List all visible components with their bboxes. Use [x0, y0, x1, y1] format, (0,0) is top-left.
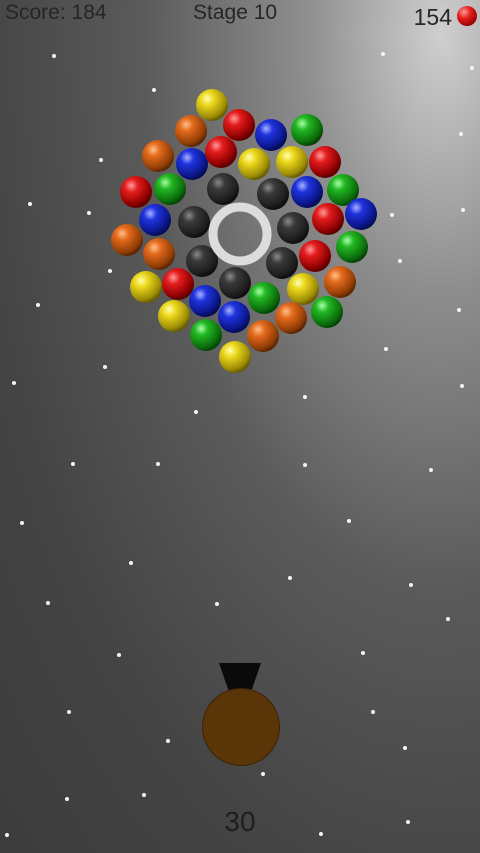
yellow-bubble[interactable]: [238, 148, 270, 180]
bubble-cluster[interactable]: [111, 89, 377, 373]
snow-particle: [384, 347, 388, 351]
orange-bubble[interactable]: [247, 320, 279, 352]
snow-particle: [461, 208, 465, 212]
orange-bubble[interactable]: [143, 238, 175, 270]
snow-particle: [52, 54, 56, 58]
snow-particle: [36, 303, 40, 307]
red-bubble[interactable]: [120, 176, 152, 208]
dark-bubble[interactable]: [207, 173, 239, 205]
snow-particle: [371, 710, 375, 714]
snow-particle: [87, 211, 91, 215]
dark-bubble[interactable]: [266, 247, 298, 279]
snow-particle: [108, 269, 112, 273]
snow-particle: [429, 468, 433, 472]
blue-bubble[interactable]: [291, 176, 323, 208]
snow-particle: [288, 576, 292, 580]
orange-bubble[interactable]: [142, 140, 174, 172]
snow-particle: [347, 519, 351, 523]
dark-bubble[interactable]: [178, 206, 210, 238]
snow-particle: [156, 462, 160, 466]
snow-particle: [409, 583, 413, 587]
green-bubble[interactable]: [190, 319, 222, 351]
snow-particle: [398, 259, 402, 263]
snow-particle: [470, 66, 474, 70]
yellow-bubble[interactable]: [219, 341, 251, 373]
snow-particle: [46, 601, 50, 605]
blue-bubble[interactable]: [345, 198, 377, 230]
snow-particle: [215, 602, 219, 606]
red-bubble[interactable]: [299, 240, 331, 272]
snow-particle: [71, 462, 75, 466]
hub-ring: [208, 202, 272, 266]
yellow-bubble[interactable]: [276, 146, 308, 178]
snow-particle: [117, 653, 121, 657]
blue-bubble[interactable]: [218, 301, 250, 333]
yellow-bubble[interactable]: [196, 89, 228, 121]
red-bubble[interactable]: [162, 268, 194, 300]
green-bubble[interactable]: [248, 282, 280, 314]
loaded-ball: [202, 688, 280, 766]
snow-particle: [65, 797, 69, 801]
yellow-bubble[interactable]: [158, 300, 190, 332]
shots-remaining: 30: [224, 806, 256, 837]
red-bubble[interactable]: [312, 203, 344, 235]
snow-particle: [12, 381, 16, 385]
blue-bubble[interactable]: [255, 119, 287, 151]
blue-bubble[interactable]: [176, 148, 208, 180]
yellow-bubble[interactable]: [287, 273, 319, 305]
orange-bubble[interactable]: [111, 224, 143, 256]
snow-particle: [142, 793, 146, 797]
orange-bubble[interactable]: [275, 302, 307, 334]
snow-particle: [67, 710, 71, 714]
snow-particle: [303, 463, 307, 467]
snow-particle: [20, 521, 24, 525]
green-bubble[interactable]: [336, 231, 368, 263]
snow-particle: [166, 739, 170, 743]
red-bubble[interactable]: [223, 109, 255, 141]
snow-particle: [129, 561, 133, 565]
green-bubble[interactable]: [291, 114, 323, 146]
snow-particle: [99, 158, 103, 162]
red-bubble[interactable]: [205, 136, 237, 168]
snow-particle: [390, 213, 394, 217]
green-bubble[interactable]: [311, 296, 343, 328]
dark-bubble[interactable]: [219, 267, 251, 299]
snow-particle: [194, 410, 198, 414]
blue-bubble[interactable]: [139, 204, 171, 236]
orange-bubble[interactable]: [175, 115, 207, 147]
dark-bubble[interactable]: [277, 212, 309, 244]
snow-particle: [361, 651, 365, 655]
snow-particle: [457, 308, 461, 312]
yellow-bubble[interactable]: [130, 271, 162, 303]
green-bubble[interactable]: [154, 173, 186, 205]
snow-particle: [460, 384, 464, 388]
orange-bubble[interactable]: [324, 266, 356, 298]
dark-bubble[interactable]: [257, 178, 289, 210]
snow-particle: [381, 52, 385, 56]
snow-particle: [446, 617, 450, 621]
blue-bubble[interactable]: [189, 285, 221, 317]
red-bubble[interactable]: [309, 146, 341, 178]
snow-particle: [403, 746, 407, 750]
snow-particle: [303, 395, 307, 399]
snow-particle: [261, 772, 265, 776]
snow-particle: [103, 365, 107, 369]
snow-particle: [459, 132, 463, 136]
snow-particle: [28, 202, 32, 206]
snow-particle: [152, 88, 156, 92]
